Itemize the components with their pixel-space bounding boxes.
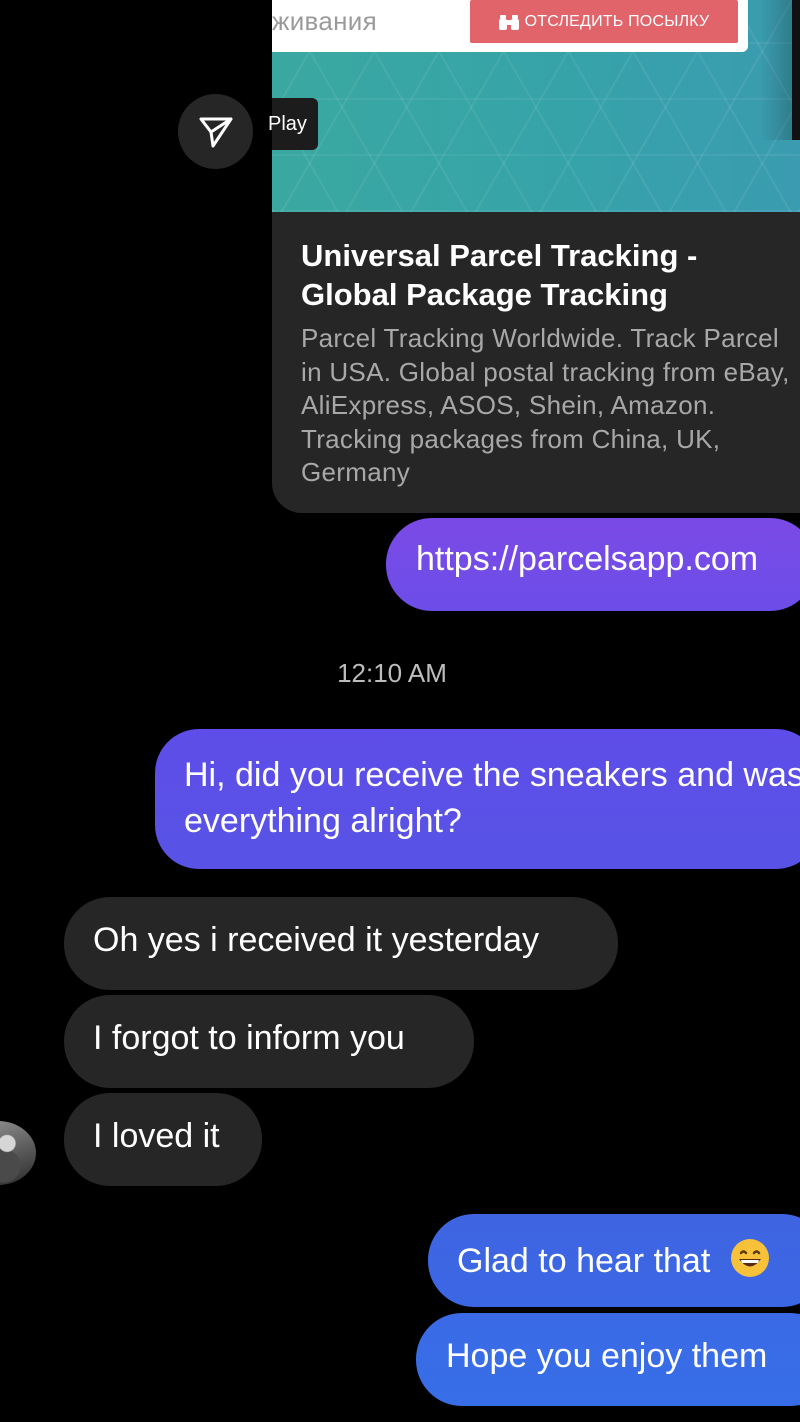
- share-button[interactable]: [178, 94, 253, 169]
- preview-header-text: живания: [272, 6, 377, 36]
- binoculars-icon: [498, 14, 519, 30]
- sent-reply-text: Glad to hear that: [457, 1242, 711, 1280]
- sent-message-reply[interactable]: Glad to hear that: [428, 1214, 800, 1307]
- message-timestamp: 12:10 AM: [337, 658, 447, 688]
- received-message[interactable]: I forgot to inform you: [64, 995, 474, 1088]
- play-label: Play: [268, 112, 307, 135]
- url-text[interactable]: https://parcelsapp.com: [416, 540, 758, 578]
- sent-message-question[interactable]: Hi, did you receive the sneakers and was…: [155, 729, 800, 869]
- sent-question-text: Hi, did you receive the sneakers and was…: [184, 756, 800, 840]
- link-preview-title: Universal Parcel Tracking - Global Packa…: [301, 238, 698, 312]
- link-preview-description: Parcel Tracking Worldwide. Track Parcel …: [301, 323, 790, 487]
- sent-url-message[interactable]: https://parcelsapp.com: [386, 518, 800, 611]
- track-button-label: ОТСЛЕДИТЬ ПОСЫЛКУ: [524, 12, 710, 30]
- received-message-text: I loved it: [93, 1117, 220, 1155]
- paper-plane-icon: [199, 117, 232, 147]
- link-preview-image: живания ОТСЛЕДИТЬ ПОСЫЛКУ: [272, 0, 800, 212]
- sent-reply-text: Hope you enjoy them: [446, 1337, 768, 1375]
- play-label-tag: Play: [268, 98, 318, 150]
- sent-message-reply[interactable]: Hope you enjoy them: [416, 1313, 800, 1406]
- grinning-face-emoji-icon: [730, 1239, 769, 1277]
- preview-scroll-strip: [792, 0, 800, 140]
- received-message[interactable]: Oh yes i received it yesterday: [64, 897, 618, 990]
- received-message-text: I forgot to inform you: [93, 1019, 405, 1057]
- contact-avatar[interactable]: [0, 1121, 36, 1185]
- received-message-text: Oh yes i received it yesterday: [93, 921, 539, 959]
- received-message[interactable]: I loved it: [64, 1093, 262, 1186]
- track-parcel-button: ОТСЛЕДИТЬ ПОСЫЛКУ: [470, 0, 738, 43]
- preview-site-header: живания ОТСЛЕДИТЬ ПОСЫЛКУ: [272, 0, 748, 52]
- link-preview-card[interactable]: живания ОТСЛЕДИТЬ ПОСЫЛКУ Universal Parc…: [272, 0, 800, 513]
